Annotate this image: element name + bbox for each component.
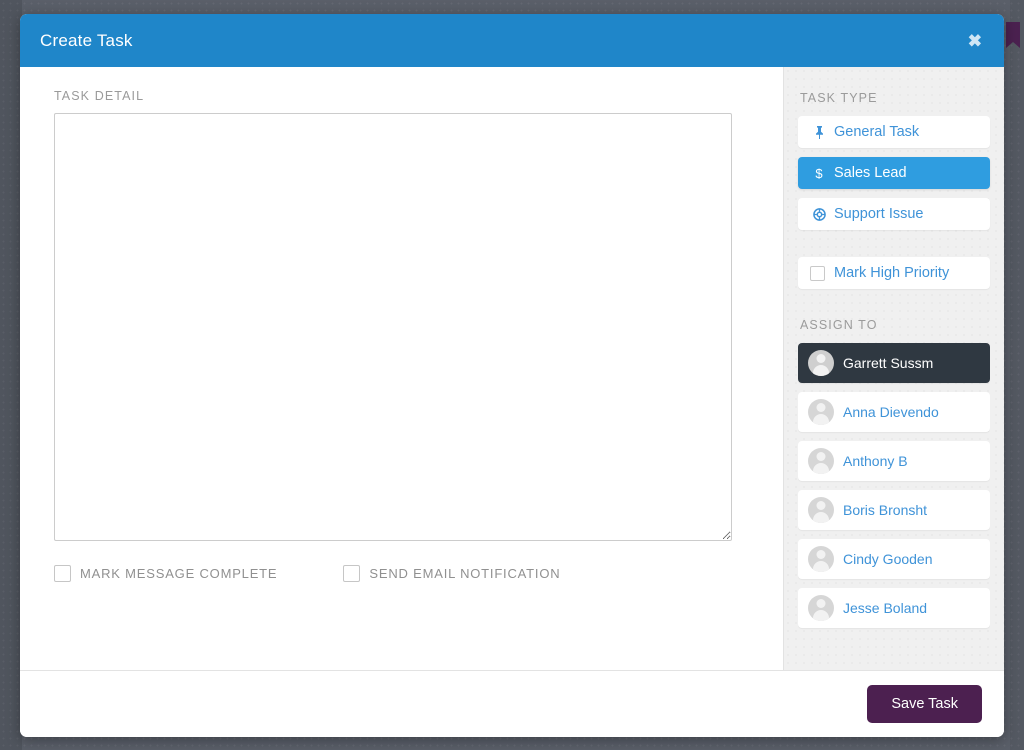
task-sidebar: TASK TYPE General Task $ Sales Lead Supp…	[783, 67, 1004, 670]
page-title: Create Task	[40, 30, 133, 50]
assignee-name: Anthony B	[843, 453, 908, 469]
assignee-name: Anna Dievendo	[843, 404, 939, 420]
list-item[interactable]: Garrett Sussm	[798, 343, 990, 383]
mark-high-priority-button[interactable]: Mark High Priority	[798, 257, 990, 289]
task-options-row: MARK MESSAGE COMPLETE SEND EMAIL NOTIFIC…	[54, 565, 767, 582]
modal-body: TASK DETAIL MARK MESSAGE COMPLETE SEND E…	[20, 67, 1004, 670]
pin-icon	[810, 125, 828, 139]
avatar	[808, 497, 834, 523]
assignee-name: Cindy Gooden	[843, 551, 933, 567]
avatar	[808, 399, 834, 425]
mark-message-complete-label: MARK MESSAGE COMPLETE	[80, 566, 278, 581]
background-band-left	[0, 0, 22, 750]
avatar	[808, 448, 834, 474]
assignee-name: Boris Bronsht	[843, 502, 928, 518]
modal-header: Create Task ✖	[20, 14, 1004, 67]
list-item[interactable]: Anna Dievendo	[798, 392, 990, 432]
task-type-label-sales: Sales Lead	[834, 165, 907, 181]
modal-footer: Save Task	[20, 670, 1004, 737]
task-type-general-task[interactable]: General Task	[798, 116, 990, 148]
assignee-list[interactable]: Garrett Sussm Anna Dievendo Anthony B Bo…	[798, 343, 990, 633]
avatar	[808, 350, 834, 376]
task-detail-column: TASK DETAIL MARK MESSAGE COMPLETE SEND E…	[20, 67, 783, 670]
task-detail-input[interactable]	[54, 113, 732, 541]
list-item[interactable]: Cindy Gooden	[798, 539, 990, 579]
list-item[interactable]: Jesse Boland	[798, 588, 990, 628]
list-item[interactable]: Anthony B	[798, 441, 990, 481]
task-type-label-support: Support Issue	[834, 206, 924, 222]
assignee-name: Jesse Boland	[843, 600, 928, 616]
send-email-notification-checkbox[interactable]: SEND EMAIL NOTIFICATION	[343, 565, 560, 582]
checkbox-box-icon	[54, 565, 71, 582]
task-type-sales-lead[interactable]: $ Sales Lead	[798, 157, 990, 189]
checkbox-box-icon	[343, 565, 361, 582]
avatar	[808, 546, 834, 572]
save-task-button[interactable]: Save Task	[867, 685, 982, 723]
list-item[interactable]: Boris Bronsht	[798, 490, 990, 530]
avatar	[808, 595, 834, 621]
bookmark-icon	[1004, 22, 1022, 48]
task-type-support-issue[interactable]: Support Issue	[798, 198, 990, 230]
checkbox-box-icon	[810, 265, 825, 281]
task-type-label-general: General Task	[834, 124, 920, 140]
mark-high-priority-label: Mark High Priority	[834, 265, 950, 281]
dollar-icon: $	[815, 165, 823, 181]
task-detail-label: TASK DETAIL	[54, 89, 145, 103]
assignee-name: Garrett Sussm	[843, 355, 934, 371]
create-task-modal: Create Task ✖ TASK DETAIL MARK MESSAGE C…	[20, 14, 1004, 737]
mark-message-complete-checkbox[interactable]: MARK MESSAGE COMPLETE	[54, 565, 277, 582]
close-icon[interactable]: ✖	[962, 28, 988, 53]
send-email-notification-label: SEND EMAIL NOTIFICATION	[369, 566, 561, 581]
lifebuoy-icon	[810, 207, 828, 221]
assign-to-label: ASSIGN TO	[800, 318, 878, 332]
task-type-label: TASK TYPE	[800, 91, 878, 105]
background-band-right	[1010, 0, 1024, 750]
